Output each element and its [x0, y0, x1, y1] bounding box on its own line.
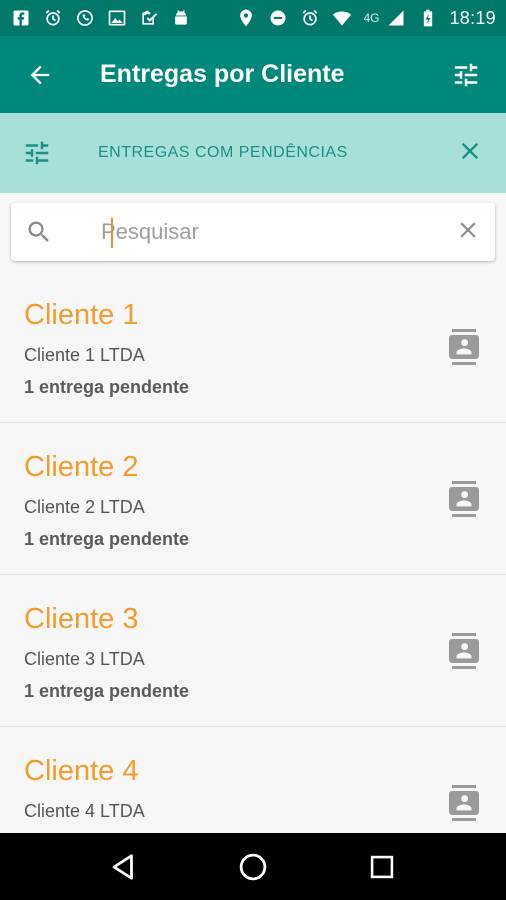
client-name: Cliente 1: [24, 299, 139, 331]
close-icon: [460, 221, 476, 238]
search-icon: [28, 221, 49, 242]
image-icon: [106, 7, 128, 29]
search-input[interactable]: [101, 219, 421, 245]
filter-button[interactable]: [444, 53, 488, 97]
pending-count: 1 entrega pendente: [24, 529, 190, 549]
status-system: 4G 18:19: [235, 7, 496, 29]
alarm-icon: [42, 7, 64, 29]
whatsapp-icon: [74, 7, 96, 29]
circle-home-icon: [239, 853, 267, 880]
app-bar: Entregas por Cliente: [0, 36, 506, 113]
contact-card-icon[interactable]: [446, 783, 482, 823]
client-company: Cliente 3 LTDA: [24, 649, 145, 669]
client-list-item[interactable]: Cliente 3 Cliente 3 LTDA 1 entrega pende…: [0, 575, 506, 727]
status-bar: 4G 18:19: [0, 0, 506, 36]
text-cursor: [111, 218, 113, 248]
pending-count: 1 entrega pendente: [24, 681, 190, 701]
contact-card-icon[interactable]: [446, 479, 482, 519]
back-button[interactable]: [18, 53, 62, 97]
close-icon: [461, 142, 479, 159]
client-name: Cliente 3: [24, 603, 139, 635]
wifi-icon: [331, 7, 353, 29]
client-name: Cliente 2: [24, 451, 139, 483]
task-icon: [138, 7, 160, 29]
alarm-clock-icon: [299, 7, 321, 29]
client-company: Cliente 2 LTDA: [24, 497, 145, 517]
triangle-back-icon: [112, 853, 134, 880]
system-nav-bar: [0, 833, 506, 900]
client-list-item[interactable]: Cliente 2 Cliente 2 LTDA 1 entrega pende…: [0, 423, 506, 575]
battery-charging-icon: [417, 7, 439, 29]
network-type: 4G: [363, 11, 380, 25]
tune-icon[interactable]: [22, 138, 52, 168]
clear-search-button[interactable]: [455, 217, 481, 248]
active-filter-bar: ENTREGAS COM PENDÊNCIAS: [0, 113, 506, 193]
client-name: Cliente 4: [24, 755, 139, 787]
client-list-item[interactable]: Cliente 1 Cliente 1 LTDA 1 entrega pende…: [0, 271, 506, 423]
nav-back-button[interactable]: [104, 847, 144, 887]
status-notifications: [10, 7, 192, 29]
client-company: Cliente 4 LTDA: [24, 801, 145, 821]
pending-count: 1 entrega pendente: [24, 377, 190, 397]
client-company: Cliente 1 LTDA: [24, 345, 145, 365]
facebook-icon: [10, 7, 32, 29]
nav-recents-button[interactable]: [362, 847, 402, 887]
square-recents-icon: [370, 855, 393, 878]
contact-card-icon[interactable]: [446, 327, 482, 367]
android-icon: [170, 7, 192, 29]
page-title: Entregas por Cliente: [100, 60, 345, 88]
contact-card-icon[interactable]: [446, 631, 482, 671]
clear-filter-button[interactable]: [456, 137, 484, 170]
nav-home-button[interactable]: [233, 847, 273, 887]
location-icon: [235, 7, 257, 29]
tune-icon: [454, 63, 478, 86]
active-filter-label: ENTREGAS COM PENDÊNCIAS: [98, 144, 348, 161]
do-not-disturb-icon: [267, 7, 289, 29]
search-box: [11, 203, 495, 261]
signal-icon: [385, 7, 407, 29]
clock: 18:19: [449, 7, 496, 28]
arrow-back-icon: [30, 65, 50, 84]
client-list: Cliente 1 Cliente 1 LTDA 1 entrega pende…: [0, 271, 506, 879]
